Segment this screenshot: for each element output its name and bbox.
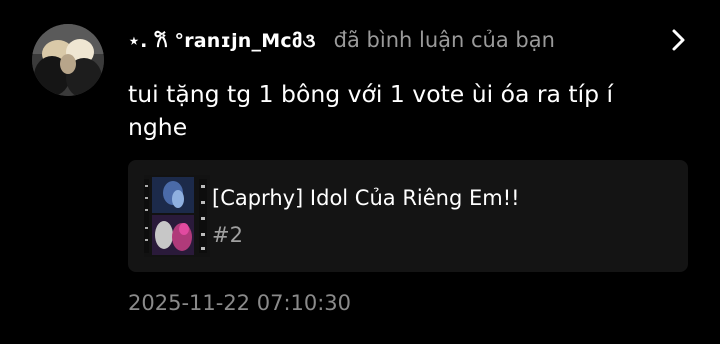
story-card[interactable]: [Caprhy] Idol Của Riêng Em!! #2 <box>128 160 688 272</box>
story-chapter: #2 <box>212 223 243 247</box>
timestamp: 2025-11-22 07:10:30 <box>128 291 352 315</box>
avatar[interactable] <box>32 24 104 96</box>
username[interactable]: ⋆. 𐙚 °ranɪjn_Mcმ૩ <box>128 27 316 53</box>
notification-header: ⋆. 𐙚 °ranɪjn_Mcმ૩ đã bình luận của bạn <box>128 22 555 58</box>
action-text: đã bình luận của bạn <box>333 28 555 52</box>
chevron-right-icon[interactable] <box>668 27 690 53</box>
story-title: [Caprhy] Idol Của Riêng Em!! <box>212 186 520 210</box>
story-cover-thumbnail <box>144 175 210 257</box>
comment-text: tui tặng tg 1 bông với 1 vote ùi óa ra t… <box>128 80 614 141</box>
